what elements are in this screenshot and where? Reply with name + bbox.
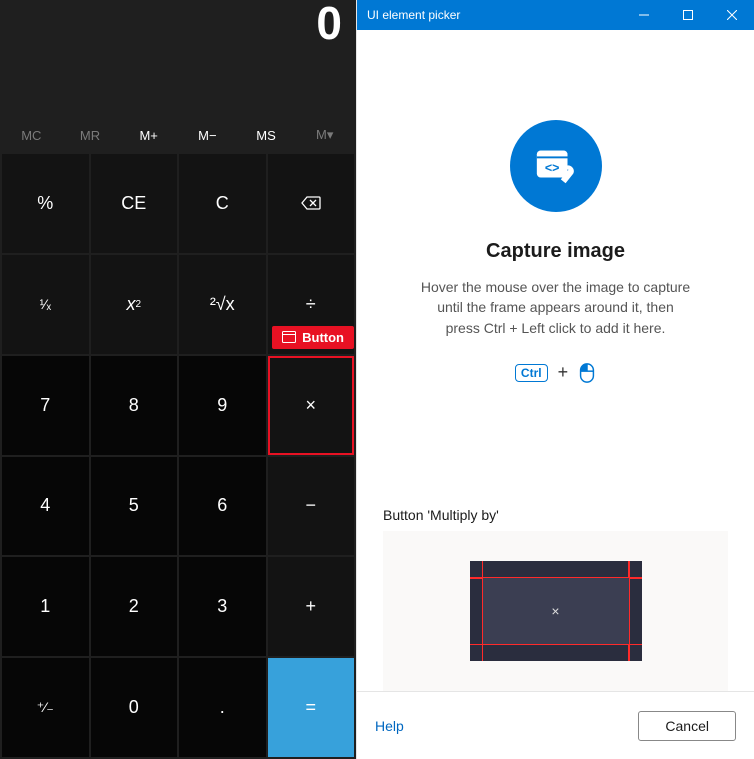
close-button[interactable] bbox=[710, 0, 754, 30]
minimize-icon bbox=[639, 10, 649, 20]
square-button[interactable]: x2 bbox=[91, 255, 178, 354]
calculator-app: 0 MC MR M+ M− MS M▾ % CE C ¹⁄ₓ x2 ²√x ÷ … bbox=[0, 0, 356, 759]
memory-list: M▾ bbox=[295, 127, 354, 143]
negate-button[interactable]: ⁺⁄₋ bbox=[2, 658, 89, 757]
maximize-button[interactable] bbox=[666, 0, 710, 30]
ui-element-picker-panel: UI element picker <> Capture image Hover… bbox=[356, 0, 754, 759]
memory-bar: MC MR M+ M− MS M▾ bbox=[0, 118, 356, 152]
picker-titlebar: UI element picker bbox=[357, 0, 754, 30]
captured-element-label: Button 'Multiply by' bbox=[383, 507, 499, 523]
mouse-left-click-icon bbox=[578, 362, 596, 384]
square-root-button[interactable]: ²√x bbox=[179, 255, 266, 354]
capture-instructions: Hover the mouse over the image to captur… bbox=[421, 277, 690, 338]
captured-preview: × bbox=[383, 531, 728, 691]
clear-button[interactable]: C bbox=[179, 154, 266, 253]
picker-title: UI element picker bbox=[367, 8, 460, 22]
multiply-button[interactable]: × Button bbox=[268, 356, 355, 455]
help-link[interactable]: Help bbox=[375, 718, 404, 734]
plus-button[interactable]: + bbox=[268, 557, 355, 656]
digit-1-button[interactable]: 1 bbox=[2, 557, 89, 656]
memory-add[interactable]: M+ bbox=[119, 128, 178, 143]
digit-3-button[interactable]: 3 bbox=[179, 557, 266, 656]
calc-keypad: % CE C ¹⁄ₓ x2 ²√x ÷ 7 8 9 × Button 4 5 6… bbox=[0, 152, 356, 759]
captured-thumbnail: × bbox=[470, 561, 642, 661]
ctrl-key-badge: Ctrl bbox=[515, 364, 548, 382]
element-type-badge: Button bbox=[272, 326, 354, 349]
svg-text:<>: <> bbox=[544, 161, 559, 175]
backspace-icon bbox=[301, 196, 321, 210]
plus-icon: + bbox=[558, 362, 569, 383]
digit-0-button[interactable]: 0 bbox=[91, 658, 178, 757]
decimal-button[interactable]: . bbox=[179, 658, 266, 757]
backspace-button[interactable] bbox=[268, 154, 355, 253]
digit-2-button[interactable]: 2 bbox=[91, 557, 178, 656]
memory-recall: MR bbox=[61, 128, 120, 143]
browser-wrench-icon: <> bbox=[533, 143, 579, 189]
percent-button[interactable]: % bbox=[2, 154, 89, 253]
picker-footer: Help Cancel bbox=[357, 691, 754, 759]
reciprocal-button[interactable]: ¹⁄ₓ bbox=[2, 255, 89, 354]
minus-button[interactable]: − bbox=[268, 457, 355, 556]
equals-button[interactable]: = bbox=[268, 658, 355, 757]
calc-display: 0 bbox=[0, 0, 356, 48]
digit-8-button[interactable]: 8 bbox=[91, 356, 178, 455]
minimize-button[interactable] bbox=[622, 0, 666, 30]
memory-clear: MC bbox=[2, 128, 61, 143]
maximize-icon bbox=[683, 10, 693, 20]
captured-thumbnail-inner: × bbox=[482, 577, 630, 645]
capture-heading: Capture image bbox=[486, 240, 625, 263]
digit-5-button[interactable]: 5 bbox=[91, 457, 178, 556]
shortcut-hint: Ctrl + bbox=[515, 362, 596, 384]
digit-4-button[interactable]: 4 bbox=[2, 457, 89, 556]
close-icon bbox=[727, 10, 737, 20]
clear-entry-button[interactable]: CE bbox=[91, 154, 178, 253]
memory-subtract[interactable]: M− bbox=[178, 128, 237, 143]
digit-6-button[interactable]: 6 bbox=[179, 457, 266, 556]
memory-store[interactable]: MS bbox=[237, 128, 296, 143]
window-icon bbox=[282, 331, 296, 343]
digit-7-button[interactable]: 7 bbox=[2, 356, 89, 455]
cancel-button[interactable]: Cancel bbox=[638, 711, 736, 741]
digit-9-button[interactable]: 9 bbox=[179, 356, 266, 455]
capture-hero-icon: <> bbox=[510, 120, 602, 212]
